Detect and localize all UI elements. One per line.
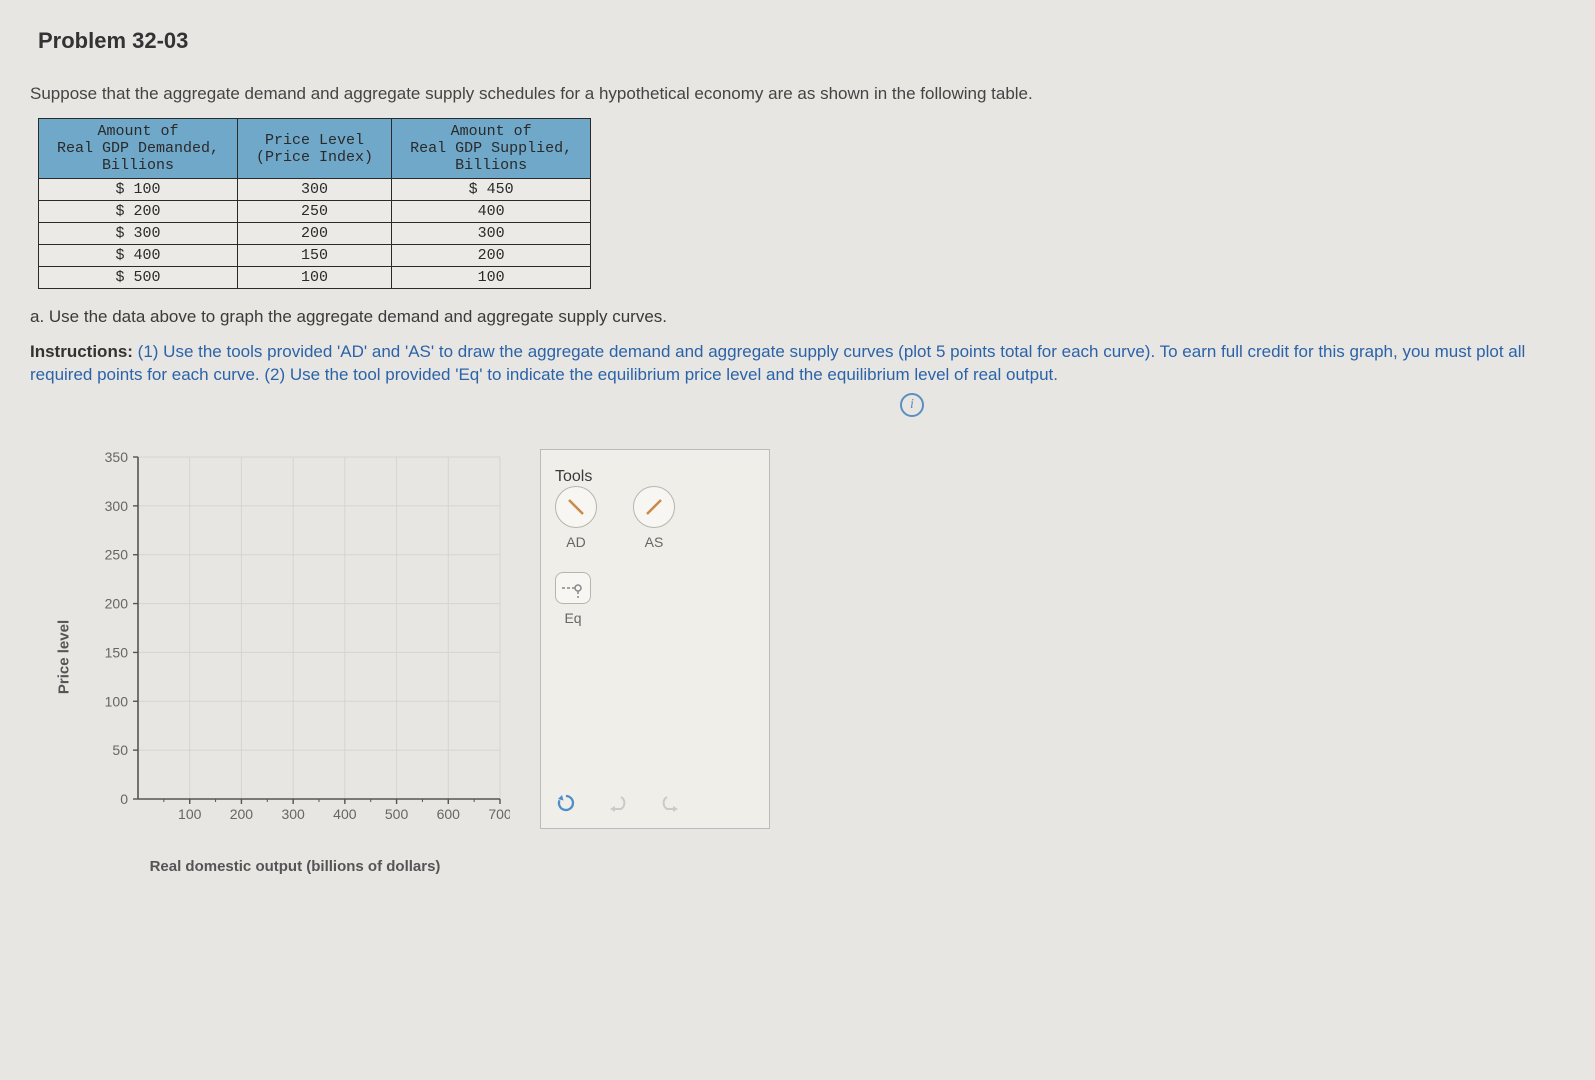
problem-title: Problem 32-03 (38, 28, 1565, 54)
line-down-icon (555, 486, 597, 528)
table-cell: 300 (238, 179, 392, 201)
tools-legend: Tools (555, 468, 592, 485)
svg-text:250: 250 (105, 547, 129, 563)
svg-text:350: 350 (105, 449, 129, 465)
svg-text:100: 100 (105, 693, 129, 709)
instructions-label: Instructions: (30, 342, 133, 361)
svg-text:200: 200 (230, 806, 254, 822)
table-cell: 250 (238, 201, 392, 223)
tool-ad[interactable]: AD (555, 486, 597, 550)
col-header-demanded: Amount ofReal GDP Demanded,Billions (39, 119, 238, 179)
tools-panel: Tools AD AS (540, 449, 770, 829)
col-header-supplied: Amount ofReal GDP Supplied,Billions (392, 119, 591, 179)
instructions-text: Instructions: (1) Use the tools provided… (30, 341, 1565, 387)
chart-svg: 0 50 100 150 200 250 300 350 100 200 300 400 500 600 7… (80, 447, 510, 847)
table-cell: 200 (392, 245, 591, 267)
table-cell: $ 300 (39, 223, 238, 245)
svg-text:200: 200 (105, 595, 129, 611)
svg-text:400: 400 (333, 806, 357, 822)
table-cell: $ 500 (39, 267, 238, 289)
instructions-body: (1) Use the tools provided 'AD' and 'AS'… (30, 342, 1525, 384)
svg-text:500: 500 (385, 806, 409, 822)
info-icon[interactable]: i (900, 393, 924, 417)
x-axis-label: Real domestic output (billions of dollar… (150, 858, 441, 875)
table-row: $ 400150200 (39, 245, 591, 267)
table-cell: $ 200 (39, 201, 238, 223)
table-row: $ 200250400 (39, 201, 591, 223)
redo-icon[interactable] (659, 794, 681, 812)
col-header-price: Price Level(Price Index) (238, 119, 392, 179)
svg-text:0: 0 (120, 791, 128, 807)
part-a-text: a. Use the data above to graph the aggre… (30, 307, 1565, 327)
tool-eq-label: Eq (564, 610, 581, 626)
svg-text:300: 300 (105, 498, 129, 514)
data-table: Amount ofReal GDP Demanded,Billions Pric… (38, 118, 591, 289)
table-cell: $ 100 (39, 179, 238, 201)
svg-text:50: 50 (112, 742, 128, 758)
table-cell: 100 (238, 267, 392, 289)
table-row: $ 100300$ 450 (39, 179, 591, 201)
intro-text: Suppose that the aggregate demand and ag… (30, 84, 1565, 104)
svg-text:300: 300 (281, 806, 305, 822)
chart-area[interactable]: 0 50 100 150 200 250 300 350 100 200 300 400 500 600 7… (80, 447, 510, 867)
table-cell: 150 (238, 245, 392, 267)
svg-text:150: 150 (105, 644, 129, 660)
svg-text:600: 600 (437, 806, 461, 822)
table-cell: 300 (392, 223, 591, 245)
svg-text:100: 100 (178, 806, 202, 822)
table-cell: $ 450 (392, 179, 591, 201)
table-cell: 100 (392, 267, 591, 289)
table-cell: 400 (392, 201, 591, 223)
table-cell: 200 (238, 223, 392, 245)
table-row: $ 500100100 (39, 267, 591, 289)
undo-icon[interactable] (607, 794, 629, 812)
tool-as-label: AS (645, 534, 664, 550)
svg-text:700: 700 (488, 806, 510, 822)
line-up-icon (633, 486, 675, 528)
tool-eq[interactable]: Eq (555, 572, 591, 626)
table-row: $ 300200300 (39, 223, 591, 245)
tool-as[interactable]: AS (633, 486, 675, 550)
y-axis-label: Price level (56, 620, 73, 694)
eq-icon (555, 572, 591, 604)
table-cell: $ 400 (39, 245, 238, 267)
reset-icon[interactable] (555, 792, 577, 814)
tool-ad-label: AD (566, 534, 585, 550)
